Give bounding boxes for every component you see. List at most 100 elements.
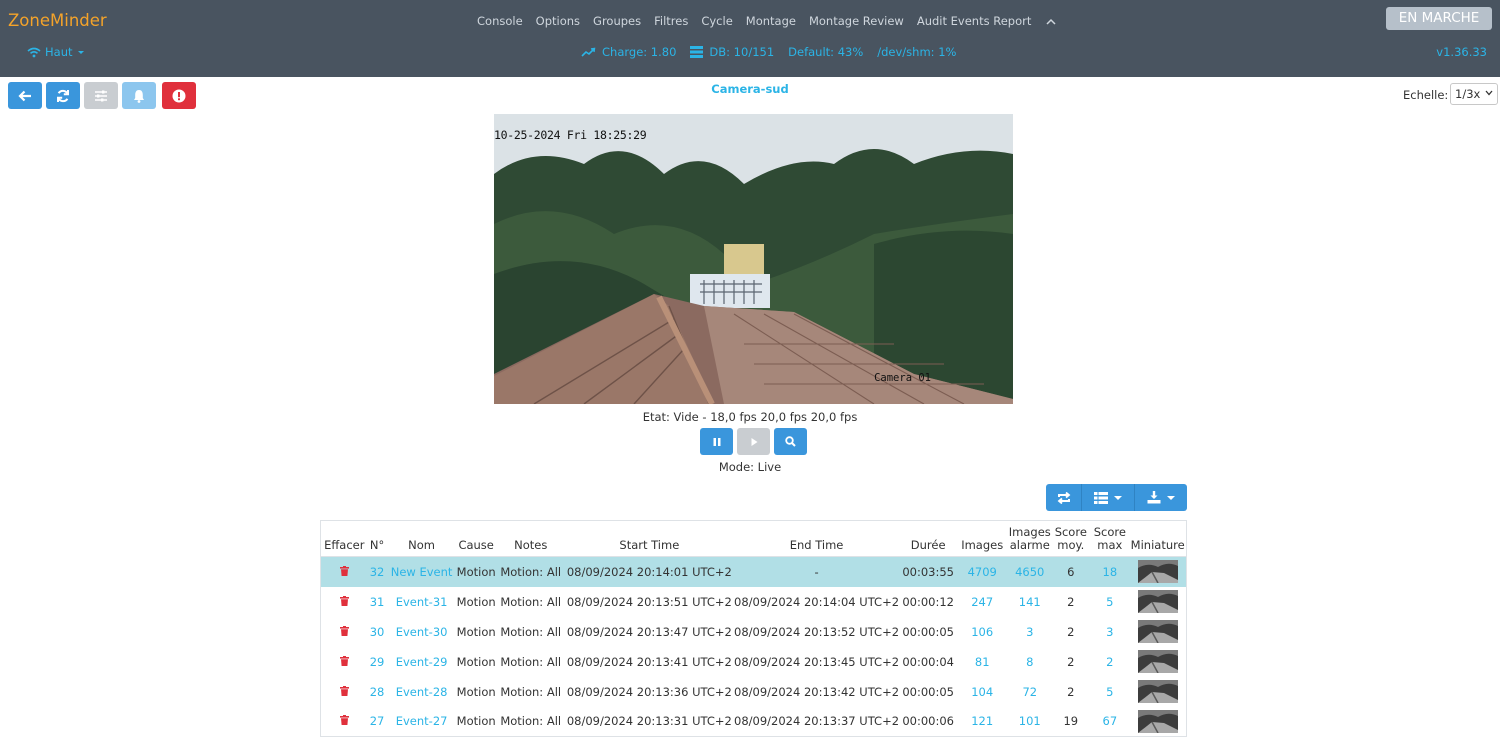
caret-down-icon xyxy=(1114,495,1122,500)
event-frames-link[interactable]: 104 xyxy=(956,677,1008,707)
event-alarm-frames-link[interactable]: 8 xyxy=(1008,647,1051,677)
column-header-notes[interactable]: Notes xyxy=(495,520,566,557)
play-button[interactable] xyxy=(737,428,770,455)
delete-cell xyxy=(320,556,368,587)
table-row[interactable]: 32 New Event Motion Motion: All 08/09/2024 2… xyxy=(320,556,1187,587)
event-thumbnail[interactable] xyxy=(1137,680,1178,704)
column-header-max-score[interactable]: Score max xyxy=(1090,520,1130,557)
event-name-link[interactable]: Event-31 xyxy=(387,587,457,617)
event-id-link[interactable]: 29 xyxy=(368,647,387,677)
event-name-link[interactable]: Event-30 xyxy=(387,617,457,647)
event-alarm-frames-link[interactable]: 4650 xyxy=(1008,556,1052,587)
scale-select[interactable]: 1/3x xyxy=(1450,83,1498,105)
camera-image xyxy=(494,114,1013,404)
event-name-link[interactable]: Event-29 xyxy=(387,647,457,677)
table-row[interactable]: 28 Event-28 Motion Motion: All 08/09/2024 20… xyxy=(321,677,1187,707)
column-header-alarm-frames[interactable]: Images alarme xyxy=(1008,520,1052,557)
trash-icon[interactable] xyxy=(339,565,349,579)
sync-icon xyxy=(1057,491,1070,504)
event-max-score-link[interactable]: 18 xyxy=(1090,556,1130,587)
event-frames-link[interactable]: 121 xyxy=(956,707,1008,737)
menu-item-montage[interactable]: Montage xyxy=(746,14,796,28)
table-row[interactable]: 27 Event-27 Motion Motion: All 08/09/2024 20… xyxy=(321,707,1187,737)
event-frames-link[interactable]: 81 xyxy=(956,647,1008,677)
event-thumbnail[interactable] xyxy=(1137,650,1178,674)
column-header-start-time[interactable]: Start Time xyxy=(565,520,733,557)
event-end-time: 08/09/2024 20:13:45 UTC+2 xyxy=(734,654,900,669)
column-header-name[interactable]: Nom xyxy=(386,520,457,557)
version-label[interactable]: v1.36.33 xyxy=(1436,45,1487,59)
menu-item-console[interactable]: Console xyxy=(477,14,523,28)
event-name-link[interactable]: Event-28 xyxy=(387,677,457,707)
event-alarm-frames-link[interactable]: 3 xyxy=(1008,617,1051,647)
caret-down-icon xyxy=(1167,495,1175,500)
event-name-link[interactable]: Event-27 xyxy=(387,707,457,737)
trash-icon[interactable] xyxy=(339,655,349,669)
run-state-button[interactable]: EN MARCHE xyxy=(1386,7,1492,30)
event-thumbnail[interactable] xyxy=(1137,709,1178,734)
column-header-duration[interactable]: Durée xyxy=(900,520,957,557)
column-header-frames[interactable]: Images xyxy=(956,520,1009,557)
column-header-avg-score[interactable]: Score moy. xyxy=(1051,520,1091,557)
event-max-score-link[interactable]: 67 xyxy=(1090,707,1129,737)
column-header-cause[interactable]: Cause xyxy=(456,520,496,557)
event-duration: 00:00:05 xyxy=(902,624,954,639)
table-row[interactable]: 31 Event-31 Motion Motion: All 08/09/2024 20… xyxy=(321,587,1187,617)
menu-item-cycle[interactable]: Cycle xyxy=(701,14,732,28)
menu-item-groups[interactable]: Groupes xyxy=(593,14,641,28)
event-id-link[interactable]: 28 xyxy=(368,677,387,707)
live-video-stream[interactable]: 10-25-2024 Fri 18:25:29 Camera 01 xyxy=(494,114,1013,404)
column-header-delete[interactable]: Effacer xyxy=(320,520,368,557)
play-icon xyxy=(751,437,757,446)
event-name-link[interactable]: New Event xyxy=(386,556,457,587)
event-thumbnail[interactable] xyxy=(1137,620,1178,644)
scale-label: Echelle: xyxy=(1403,88,1449,102)
event-thumbnail[interactable] xyxy=(1137,560,1178,584)
menu-item-filters[interactable]: Filtres xyxy=(654,14,688,28)
event-id-link[interactable]: 32 xyxy=(367,556,387,587)
events-table-body: 32 New Event Motion Motion: All 08/09/2024 2… xyxy=(320,556,1187,737)
trash-icon[interactable] xyxy=(339,714,349,728)
zoom-button[interactable] xyxy=(774,428,807,455)
event-alarm-frames-link[interactable]: 101 xyxy=(1008,707,1051,737)
event-max-score-link[interactable]: 5 xyxy=(1090,677,1129,707)
bandwidth-dropdown[interactable]: Haut xyxy=(27,45,84,59)
chevron-up-icon[interactable] xyxy=(1044,15,1058,29)
pause-button[interactable] xyxy=(700,428,733,455)
trash-icon[interactable] xyxy=(339,625,349,639)
default-storage-stat: Default: 43% xyxy=(788,45,863,59)
db-value: DB: 10/151 xyxy=(709,45,775,59)
menu-item-audit-events-report[interactable]: Audit Events Report xyxy=(917,14,1032,28)
table-refresh-button[interactable] xyxy=(1046,484,1082,511)
column-header-thumbnail: Miniature xyxy=(1129,520,1187,557)
trash-icon[interactable] xyxy=(339,595,349,609)
event-alarm-frames-link[interactable]: 72 xyxy=(1008,677,1051,707)
columns-icon xyxy=(1094,491,1108,504)
menu-item-montage-review[interactable]: Montage Review xyxy=(809,14,904,28)
menu-item-options[interactable]: Options xyxy=(536,14,580,28)
event-id-link[interactable]: 27 xyxy=(368,707,387,737)
event-max-score-link[interactable]: 3 xyxy=(1090,617,1129,647)
table-row[interactable]: 30 Event-30 Motion Motion: All 08/09/2024 20… xyxy=(321,617,1187,647)
main-menu: Console Options Groupes Filtres Cycle Mo… xyxy=(477,14,1058,28)
event-max-score-link[interactable]: 2 xyxy=(1090,647,1129,677)
column-header-end-time[interactable]: End Time xyxy=(732,520,901,557)
event-frames-link[interactable]: 247 xyxy=(956,587,1008,617)
monitor-title: Camera-sud xyxy=(711,82,789,96)
trash-icon[interactable] xyxy=(339,685,349,699)
event-id-link[interactable]: 31 xyxy=(368,587,387,617)
event-thumbnail[interactable] xyxy=(1137,590,1178,614)
event-max-score-link[interactable]: 5 xyxy=(1090,587,1129,617)
event-frames-link[interactable]: 4709 xyxy=(956,556,1009,587)
event-alarm-frames-link[interactable]: 141 xyxy=(1008,587,1051,617)
brand-logo[interactable]: ZoneMinder xyxy=(8,11,107,30)
table-export-button[interactable] xyxy=(1135,484,1187,511)
event-end-time: - xyxy=(732,556,901,587)
table-row[interactable]: 29 Event-29 Motion Motion: All 08/09/2024 20… xyxy=(321,647,1187,677)
event-cause: Motion xyxy=(456,624,496,639)
column-header-id[interactable]: N° xyxy=(367,520,387,557)
event-frames-link[interactable]: 106 xyxy=(956,617,1008,647)
table-columns-button[interactable] xyxy=(1082,484,1135,511)
thumbnail-cell xyxy=(1129,556,1187,587)
event-id-link[interactable]: 30 xyxy=(368,617,387,647)
